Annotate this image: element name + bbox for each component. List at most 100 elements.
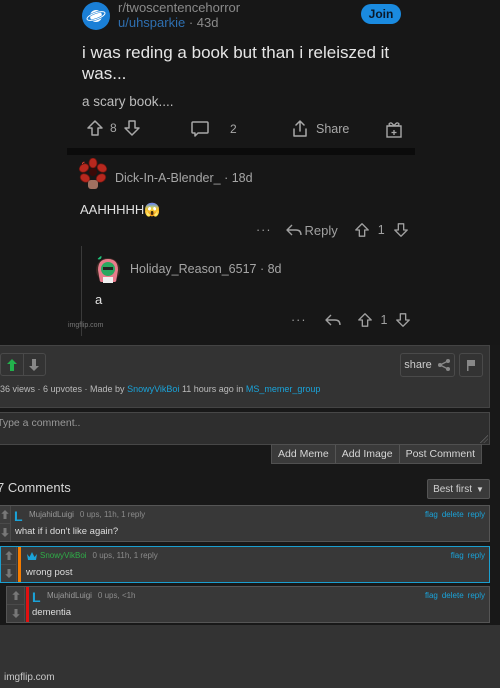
imgflip-watermark: imgflip.com (4, 672, 55, 683)
comment-vote-column (7, 587, 25, 622)
downvote-icon[interactable] (395, 312, 411, 328)
meme-upvote-button[interactable] (1, 354, 23, 375)
comments-heading: 7 Comments (0, 480, 71, 495)
upvote-icon[interactable] (354, 222, 370, 238)
comment-input[interactable]: Type a comment.. (0, 412, 490, 445)
comment-username[interactable]: MujahidLuigi (47, 591, 92, 600)
resize-handle[interactable] (480, 435, 488, 443)
post-comment-button[interactable]: Post Comment (398, 445, 482, 463)
downvote-icon[interactable] (393, 222, 409, 238)
svg-text:✱: ✱ (80, 159, 85, 166)
meme-share-button[interactable]: share (400, 353, 455, 377)
share-label: share (404, 359, 432, 371)
post-body: a scary book.... (82, 94, 174, 109)
reply-arrow-icon[interactable] (324, 313, 341, 327)
upvote-icon[interactable] (357, 312, 373, 328)
post-author[interactable]: u/uhsparkie · 43d (118, 15, 218, 30)
add-meme-button[interactable]: Add Meme (272, 445, 335, 463)
downvote-icon[interactable] (123, 119, 141, 137)
post-comments-button[interactable]: 2 (190, 119, 237, 139)
upvote-icon[interactable] (86, 119, 104, 137)
subreddit-avatar[interactable] (82, 2, 110, 30)
comment-age: · 18d (224, 171, 253, 185)
comment-username[interactable]: MujahidLuigi (29, 510, 74, 519)
delete-link[interactable]: delete (442, 591, 464, 600)
comment-downvote-button[interactable] (7, 604, 24, 622)
comment-button-group: Add Meme Add Image Post Comment (271, 444, 483, 464)
reply-link[interactable]: reply (468, 510, 485, 519)
reply-link[interactable]: reply (468, 551, 485, 560)
arrow-up-icon (4, 551, 13, 560)
comment-author-name[interactable]: Holiday_Reason_6517 (130, 262, 256, 276)
flag-link[interactable]: flag (425, 591, 438, 600)
comment-links: flag delete reply (425, 591, 485, 600)
add-image-button[interactable]: Add Image (334, 445, 399, 463)
arrow-down-icon (11, 609, 20, 618)
post-age: · 43d (188, 15, 219, 30)
comment-info: 0 ups, 11h, 1 reply (92, 551, 158, 560)
image-watermark: imgflip.com (68, 322, 104, 329)
share-upload-icon (293, 120, 307, 137)
commenter-avatar[interactable] (94, 254, 122, 284)
post-title: i was reding a book but than i releiszed… (82, 43, 390, 83)
comment-text: AAHHHHH😱 (80, 202, 161, 217)
comment-upvote-button[interactable] (7, 587, 24, 604)
comment-downvote-button[interactable] (1, 564, 16, 582)
arrow-down-icon (29, 358, 40, 371)
planet-icon (86, 10, 106, 22)
comment-author[interactable]: Dick-In-A-Blender_ · 18d (115, 171, 253, 185)
comment-username-line: MujahidLuigi 0 ups, <1h (47, 591, 136, 600)
post-score: 8 (110, 121, 117, 135)
flag-icon (467, 360, 475, 371)
luigi-l-icon: L (14, 508, 23, 524)
award-button[interactable] (384, 119, 404, 139)
comment-username-line: SnowyVikBoi 0 ups, 11h, 1 reply (40, 551, 158, 560)
arrow-up-icon (6, 358, 17, 371)
comment-actions: ··· Reply 1 (256, 222, 409, 238)
post-share-button[interactable]: Share (290, 119, 349, 139)
comment-downvote-button[interactable] (0, 523, 10, 541)
comment-info: 0 ups, 11h, 1 reply (79, 510, 146, 519)
meme-downvote-button[interactable] (22, 354, 45, 375)
comment-vote-column (1, 547, 17, 582)
comment-actions: ··· 1 (291, 312, 411, 328)
meme-stats: 36 views · 6 upvotes · Made by (0, 384, 128, 394)
reply-button[interactable]: Reply (285, 222, 338, 238)
flag-link[interactable]: flag (425, 510, 438, 519)
reply-arrow-icon (285, 224, 302, 236)
meme-flag-button[interactable] (459, 353, 483, 377)
delete-link[interactable]: delete (442, 510, 464, 519)
meme-author-link[interactable]: SnowyVikBoi (127, 384, 179, 394)
comment-upvote-button[interactable] (1, 547, 16, 564)
comment-vote-column (0, 506, 11, 541)
reply-link[interactable]: reply (468, 591, 485, 600)
comment-row: L MujahidLuigi 0 ups, <1h dementia flag d… (6, 586, 490, 623)
post-vote-group: 8 (86, 119, 141, 137)
comment-row: L MujahidLuigi 0 ups, 11h, 1 reply what i… (0, 505, 490, 542)
commenter-avatar[interactable]: ✱ (78, 158, 108, 190)
comment-author-stripe (18, 547, 21, 582)
join-button[interactable]: Join (361, 4, 401, 24)
sort-dropdown[interactable]: Best first ▼ (427, 479, 490, 499)
comment-author[interactable]: Holiday_Reason_6517 · 8d (130, 262, 282, 276)
sort-label: Best first (433, 483, 472, 495)
reddit-screenshot: r/twoscentencehorror u/uhsparkie · 43d J… (0, 0, 500, 345)
meme-info-panel: share 36 views · 6 upvotes · Made by Sno… (0, 345, 490, 408)
footer-area (0, 625, 500, 688)
comment-text: a (95, 292, 103, 307)
post-share-label: Share (316, 122, 350, 136)
comment-username[interactable]: SnowyVikBoi (40, 551, 87, 560)
arrow-up-icon (0, 510, 9, 519)
comment-bubble-icon (191, 121, 209, 137)
more-options-button[interactable]: ··· (256, 223, 272, 237)
comment-author-name[interactable]: Dick-In-A-Blender_ (115, 171, 221, 185)
reply-label: Reply (304, 222, 338, 238)
meme-meta: 36 views · 6 upvotes · Made by SnowyVikB… (0, 384, 320, 394)
more-options-button[interactable]: ··· (291, 313, 307, 327)
subreddit-name[interactable]: r/twoscentencehorror (118, 0, 240, 15)
comment-upvote-button[interactable] (0, 506, 10, 523)
post-author-name[interactable]: u/uhsparkie (118, 15, 185, 30)
gift-award-icon (386, 122, 402, 138)
meme-group-link[interactable]: MS_memer_group (246, 384, 321, 394)
flag-link[interactable]: flag (451, 551, 464, 560)
